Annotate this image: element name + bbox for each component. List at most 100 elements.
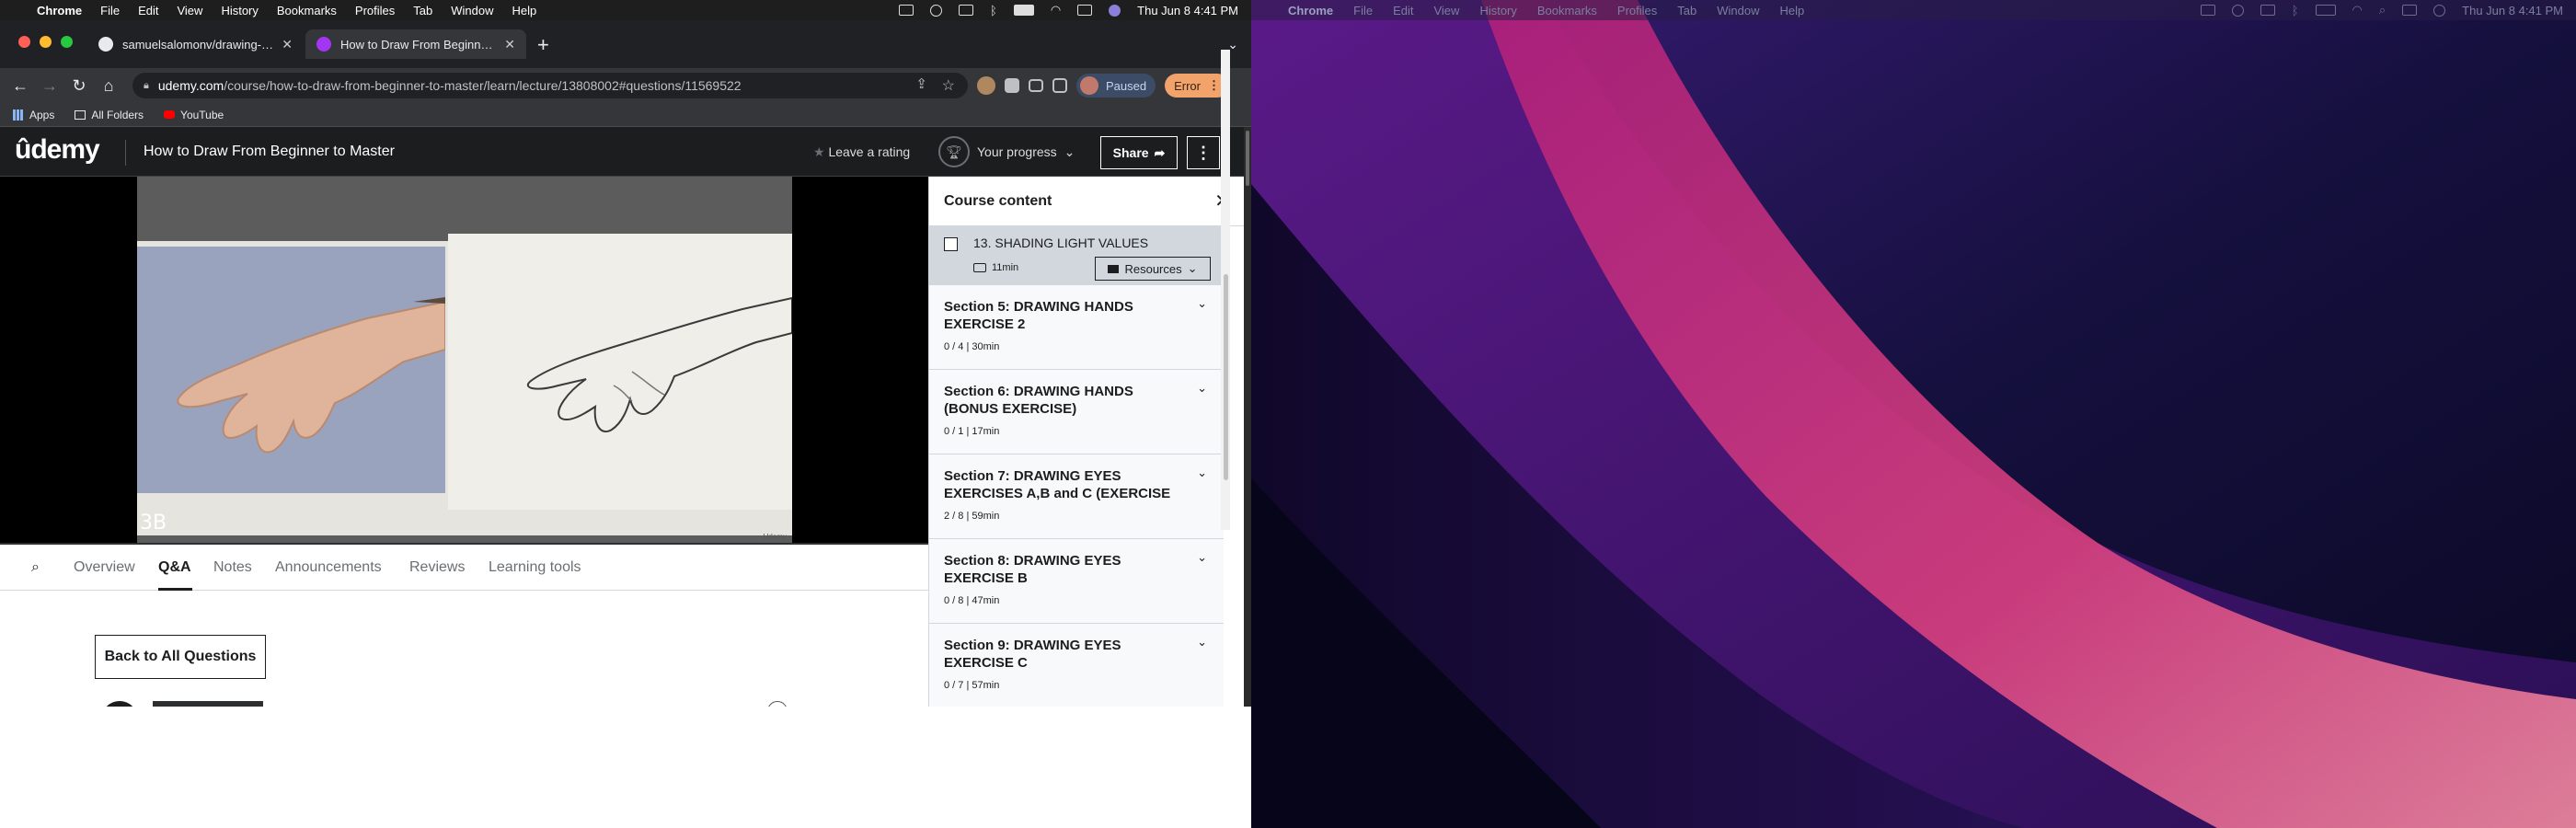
control-center-icon[interactable] xyxy=(2402,5,2418,16)
back-arrow-icon[interactable]: ← xyxy=(6,76,35,96)
more-options-button[interactable]: ⋮ xyxy=(1187,136,1220,169)
menu-view[interactable]: View xyxy=(1433,4,1459,17)
video-player[interactable]: Udemy 3B xyxy=(0,177,928,545)
leave-rating-button[interactable]: ★ Leave a rating xyxy=(813,144,910,160)
lock-icon[interactable]: 🔒︎ xyxy=(144,80,149,92)
status-app-icon[interactable] xyxy=(2200,5,2215,16)
side-panel-icon[interactable] xyxy=(1052,78,1067,93)
menu-file[interactable]: File xyxy=(1353,4,1373,17)
lecture-duration: 11min xyxy=(973,262,1018,273)
chevron-down-icon[interactable]: ⌄ xyxy=(1197,550,1207,565)
lecture-video-frame[interactable]: Udemy xyxy=(137,177,792,545)
chevron-down-icon[interactable]: ⌄ xyxy=(1197,381,1207,396)
resources-dropdown[interactable]: Resources ⌄ xyxy=(1095,257,1211,281)
course-title[interactable]: How to Draw From Beginner to Master xyxy=(144,144,395,160)
menu-app-name[interactable]: Chrome xyxy=(1288,4,1333,17)
bluetooth-icon[interactable]: ᛒ xyxy=(990,4,997,17)
menubar-clock[interactable]: Thu Jun 8 4:41 PM xyxy=(2462,4,2563,17)
section-item-5[interactable]: Section 5: DRAWING HANDS EXERCISE 2 0 / … xyxy=(929,285,1224,370)
tab-learning-tools[interactable]: Learning tools xyxy=(489,559,581,576)
bookmark-youtube[interactable]: YouTube xyxy=(164,109,224,121)
wifi-icon[interactable]: ◠ xyxy=(2352,3,2363,17)
tab-qa[interactable]: Q&A xyxy=(158,559,191,576)
tab-overview[interactable]: Overview xyxy=(74,559,135,576)
forward-arrow-icon[interactable]: → xyxy=(35,76,64,96)
your-progress-button[interactable]: 🏆︎ Your progress ⌄ xyxy=(938,136,1075,167)
close-window-icon[interactable] xyxy=(18,36,30,48)
menu-help[interactable]: Help xyxy=(1780,4,1805,17)
share-button[interactable]: Share ➦ xyxy=(1100,136,1178,169)
menu-history[interactable]: History xyxy=(1479,4,1516,17)
menubar-clock[interactable]: Thu Jun 8 4:41 PM xyxy=(1137,4,1238,17)
close-tab-icon[interactable]: ✕ xyxy=(504,37,515,52)
menu-app-name[interactable]: Chrome xyxy=(37,4,82,17)
zoom-window-icon[interactable] xyxy=(61,36,73,48)
tab-notes[interactable]: Notes xyxy=(213,559,252,576)
menu-tab[interactable]: Tab xyxy=(1677,4,1696,17)
page-scrollbar[interactable] xyxy=(1244,127,1251,707)
menu-history[interactable]: History xyxy=(221,4,258,17)
share-page-icon[interactable]: ⇪ xyxy=(915,75,927,92)
search-icon[interactable]: ⌕ xyxy=(31,559,40,576)
status-record-icon[interactable] xyxy=(2231,4,2244,17)
menu-bookmarks[interactable]: Bookmarks xyxy=(1537,4,1597,17)
extension-icon[interactable] xyxy=(977,76,995,95)
address-bar[interactable]: 🔒︎ udemy.com/course/how-to-draw-from-beg… xyxy=(132,73,968,98)
page-scrollbar-thumb[interactable] xyxy=(1246,131,1249,186)
status-grid-icon[interactable] xyxy=(959,5,973,16)
menu-profiles[interactable]: Profiles xyxy=(1617,4,1657,17)
menu-window[interactable]: Window xyxy=(1717,4,1759,17)
section-item-6[interactable]: Section 6: DRAWING HANDS (BONUS EXERCISE… xyxy=(929,370,1224,454)
status-record-icon[interactable] xyxy=(930,4,942,17)
bookmark-apps[interactable]: Apps xyxy=(13,109,54,121)
current-lecture-item[interactable]: 13. SHADING LIGHT VALUES 11min Resources… xyxy=(929,226,1224,285)
tab-github[interactable]: samuelsalomonv/drawing-cou ✕ xyxy=(87,29,304,59)
sidebar-scrollbar-thumb[interactable] xyxy=(1224,274,1228,480)
right-display: Chrome File Edit View History Bookmarks … xyxy=(1251,0,2576,828)
menu-view[interactable]: View xyxy=(177,4,202,17)
reload-icon[interactable]: ↻ xyxy=(64,76,94,96)
search-icon[interactable]: ⌕ xyxy=(2379,3,2386,17)
bluetooth-icon[interactable]: ᛒ xyxy=(2292,4,2299,17)
reading-list-icon[interactable] xyxy=(1029,79,1043,92)
tab-announcements[interactable]: Announcements xyxy=(275,559,382,576)
wifi-icon[interactable]: ◠ xyxy=(1051,3,1061,17)
status-app-icon[interactable] xyxy=(899,5,914,16)
battery-icon[interactable] xyxy=(1013,5,1034,16)
menu-edit[interactable]: Edit xyxy=(1393,4,1413,17)
tab-udemy[interactable]: How to Draw From Beginner to ✕ xyxy=(305,29,526,59)
puzzle-extensions-icon[interactable] xyxy=(1005,78,1019,93)
bookmark-all-folders[interactable]: All Folders xyxy=(75,109,144,121)
bookmark-star-icon[interactable]: ☆ xyxy=(942,76,955,95)
new-tab-icon[interactable]: + xyxy=(537,33,549,57)
siri-icon[interactable] xyxy=(1109,4,1121,17)
status-grid-icon[interactable] xyxy=(2260,5,2275,16)
control-center-icon[interactable] xyxy=(1077,5,1093,16)
menu-edit[interactable]: Edit xyxy=(138,4,158,17)
section-item-8[interactable]: Section 8: DRAWING EYES EXERCISE B 0 / 8… xyxy=(929,539,1224,624)
battery-icon[interactable] xyxy=(2315,5,2336,16)
home-icon[interactable]: ⌂ xyxy=(94,76,123,96)
back-to-all-questions-button[interactable]: Back to All Questions xyxy=(95,635,266,679)
minimize-window-icon[interactable] xyxy=(40,36,52,48)
chevron-down-icon[interactable]: ⌄ xyxy=(1197,296,1207,311)
tab-reviews[interactable]: Reviews xyxy=(409,559,465,576)
menu-bookmarks[interactable]: Bookmarks xyxy=(277,4,337,17)
chevron-down-icon[interactable]: ⌄ xyxy=(1197,635,1207,650)
udemy-logo[interactable]: ûdemy xyxy=(15,134,100,166)
menu-profiles[interactable]: Profiles xyxy=(355,4,395,17)
menu-file[interactable]: File xyxy=(100,4,120,17)
menu-tab[interactable]: Tab xyxy=(413,4,432,17)
lecture-checkbox[interactable] xyxy=(944,237,958,251)
kebab-menu-icon: ⋮ xyxy=(1195,143,1212,162)
chevron-down-icon[interactable]: ⌄ xyxy=(1197,466,1207,480)
section-item-9[interactable]: Section 9: DRAWING EYES EXERCISE C 0 / 7… xyxy=(929,624,1224,707)
error-button[interactable]: Error ⋮ xyxy=(1165,74,1229,98)
siri-icon[interactable] xyxy=(2433,4,2446,17)
section-meta: 2 / 8 | 59min xyxy=(944,511,1000,522)
section-item-7[interactable]: Section 7: DRAWING EYES EXERCISES A,B an… xyxy=(929,454,1224,539)
close-tab-icon[interactable]: ✕ xyxy=(282,37,293,52)
menu-window[interactable]: Window xyxy=(451,4,493,17)
menu-help[interactable]: Help xyxy=(512,4,537,17)
profile-paused-button[interactable]: Paused xyxy=(1076,74,1156,98)
